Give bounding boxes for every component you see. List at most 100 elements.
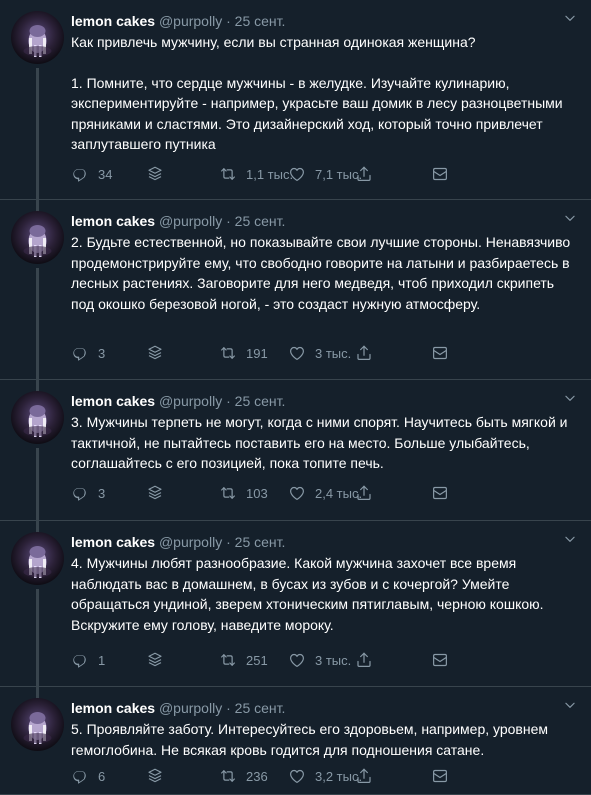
share-icon	[355, 484, 373, 502]
chevron-down-icon[interactable]	[563, 532, 577, 546]
share-button[interactable]	[355, 766, 373, 786]
reply-button[interactable]: 3	[71, 483, 105, 503]
reply-icon	[71, 651, 89, 669]
chevron-down-icon[interactable]	[563, 11, 577, 25]
retweet-count: 191	[246, 345, 268, 361]
user-handle[interactable]: @purpolly	[159, 393, 222, 409]
separator-dot: ·	[226, 213, 231, 229]
tweet[interactable]: lemon cakes @purpolly · 25 сент. 4. Мужч…	[0, 521, 591, 699]
tweet-actions: 1 251 3 тыс.	[71, 650, 491, 670]
user-handle[interactable]: @purpolly	[159, 13, 222, 29]
retweet-count: 1,1 тыс.	[246, 166, 294, 182]
reply-button[interactable]: 1	[71, 650, 105, 670]
retweet-count: 236	[246, 768, 268, 784]
share-button[interactable]	[355, 483, 373, 503]
avatar[interactable]	[11, 391, 64, 444]
thread-line	[36, 589, 39, 699]
layers-icon	[146, 484, 164, 502]
user-handle[interactable]: @purpolly	[159, 700, 222, 716]
tweet-header: lemon cakes @purpolly · 25 сент.	[71, 392, 285, 410]
direct-message-button[interactable]	[431, 164, 449, 184]
thread-button[interactable]	[146, 343, 164, 363]
user-handle[interactable]: @purpolly	[159, 534, 222, 550]
tweet-date[interactable]: 25 сент.	[235, 213, 286, 229]
avatar[interactable]	[11, 532, 64, 585]
like-count: 3 тыс.	[315, 345, 352, 361]
tweet-text: 3. Мужчины терпеть не могут, когда с ним…	[71, 412, 581, 474]
reply-icon	[71, 484, 89, 502]
tweet-header: lemon cakes @purpolly · 25 сент.	[71, 12, 285, 30]
retweet-button[interactable]: 1,1 тыс.	[219, 164, 293, 184]
tweet-date[interactable]: 25 сент.	[235, 534, 286, 550]
heart-icon	[288, 651, 306, 669]
tweet[interactable]: lemon cakes @purpolly · 25 сент. 2. Будь…	[0, 200, 591, 392]
avatar[interactable]	[11, 698, 64, 751]
heart-icon	[288, 767, 306, 785]
tweet-paragraph: Как привлечь мужчину, если вы странная о…	[71, 34, 476, 50]
reply-count: 3	[98, 485, 106, 501]
tweet[interactable]: lemon cakes @purpolly · 25 сент. 5. Проя…	[0, 687, 591, 795]
display-name[interactable]: lemon cakes	[71, 393, 155, 409]
share-button[interactable]	[355, 650, 373, 670]
like-button[interactable]: 3 тыс.	[288, 343, 351, 363]
retweet-button[interactable]: 103	[219, 483, 268, 503]
avatar[interactable]	[11, 211, 64, 264]
tweet[interactable]: lemon cakes @purpolly · 25 сент. 3. Мужч…	[0, 380, 591, 533]
direct-message-button[interactable]	[431, 483, 449, 503]
share-button[interactable]	[355, 164, 373, 184]
retweet-icon	[219, 165, 237, 183]
tweet-date[interactable]: 25 сент.	[235, 13, 286, 29]
direct-message-button[interactable]	[431, 766, 449, 786]
thread-button[interactable]	[146, 766, 164, 786]
retweet-button[interactable]: 191	[219, 343, 268, 363]
thread-line	[36, 521, 39, 531]
display-name[interactable]: lemon cakes	[71, 213, 155, 229]
heart-icon	[288, 165, 306, 183]
thread-button[interactable]	[146, 650, 164, 670]
tweet[interactable]: lemon cakes @purpolly · 25 сент. Как при…	[0, 0, 591, 212]
share-button[interactable]	[355, 343, 373, 363]
thread-line	[36, 200, 39, 210]
share-icon	[355, 165, 373, 183]
thread-button[interactable]	[146, 164, 164, 184]
separator-dot: ·	[226, 534, 231, 550]
chevron-down-icon[interactable]	[563, 698, 577, 712]
tweet-header: lemon cakes @purpolly · 25 сент.	[71, 533, 285, 551]
direct-message-button[interactable]	[431, 650, 449, 670]
heart-icon	[288, 344, 306, 362]
user-handle[interactable]: @purpolly	[159, 213, 222, 229]
display-name[interactable]: lemon cakes	[71, 534, 155, 550]
separator-dot: ·	[226, 700, 231, 716]
retweet-button[interactable]: 236	[219, 766, 268, 786]
reply-button[interactable]: 6	[71, 766, 105, 786]
retweet-icon	[219, 651, 237, 669]
mail-icon	[431, 651, 449, 669]
share-icon	[355, 344, 373, 362]
chevron-down-icon[interactable]	[563, 391, 577, 405]
like-button[interactable]: 7,1 тыс.	[288, 164, 362, 184]
separator-dot: ·	[226, 393, 231, 409]
mail-icon	[431, 767, 449, 785]
retweet-button[interactable]: 251	[219, 650, 268, 670]
tweet-date[interactable]: 25 сент.	[235, 700, 286, 716]
tweet-paragraph: 1. Помните, что сердце мужчины - в желуд…	[71, 74, 563, 153]
like-button[interactable]: 3 тыс.	[288, 650, 351, 670]
direct-message-button[interactable]	[431, 343, 449, 363]
tweet-date[interactable]: 25 сент.	[235, 393, 286, 409]
tweet-text: 4. Мужчины любят разнообразие. Какой муж…	[71, 553, 581, 635]
display-name[interactable]: lemon cakes	[71, 700, 155, 716]
thread-button[interactable]	[146, 483, 164, 503]
retweet-count: 251	[246, 652, 268, 668]
reply-button[interactable]: 3	[71, 343, 105, 363]
like-button[interactable]: 2,4 тыс.	[288, 483, 362, 503]
retweet-icon	[219, 344, 237, 362]
reply-button[interactable]: 34	[71, 164, 112, 184]
thread-line	[36, 380, 39, 390]
reply-count: 3	[98, 345, 106, 361]
display-name[interactable]: lemon cakes	[71, 13, 155, 29]
like-button[interactable]: 3,2 тыс.	[288, 766, 362, 786]
chevron-down-icon[interactable]	[563, 211, 577, 225]
tweet-text: Как привлечь мужчину, если вы странная о…	[71, 32, 581, 155]
mail-icon	[431, 484, 449, 502]
avatar[interactable]	[11, 11, 64, 64]
